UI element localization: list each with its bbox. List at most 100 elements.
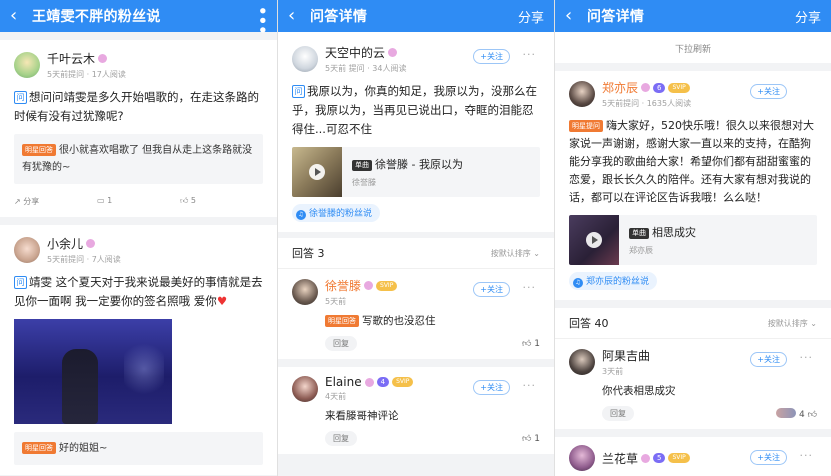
more-icon[interactable]: ··· bbox=[800, 351, 814, 364]
star-answer-tag: 明星回答 bbox=[325, 315, 359, 327]
reply-item: Elaine 4 SVIP 4天前 +关注 ··· 来看滕哥神评论 回复 👍︎ 1 bbox=[278, 359, 554, 454]
question-text: 问我原以为，你真的知足，我原以为，没那么在乎，我原以为，当再见已说出口，夺眶的泪… bbox=[292, 84, 537, 136]
answers-header: 回答 3 按默认排序 ⌄ bbox=[278, 238, 554, 268]
share-icon: ↗ bbox=[14, 197, 21, 206]
top-bar: ‹ 问答详情 分享 bbox=[555, 0, 831, 32]
page-title: 问答详情 bbox=[587, 9, 645, 25]
username[interactable]: 兰花草 5 SVIP bbox=[602, 450, 690, 467]
post-card[interactable]: 千叶云木 5天前提问 · 17人阅读 问想问问靖雯是多久开始唱歌的，在走这条路的… bbox=[0, 40, 277, 217]
qa-detail-screen-star: ‹ 问答详情 分享 下拉刷新 郑亦辰 6 SVIP 5天前提问 · 1635人阅读 … bbox=[554, 0, 831, 476]
avatar[interactable] bbox=[569, 445, 595, 471]
reply-author: 阿果吉曲 3天前 +关注 ··· bbox=[569, 347, 817, 377]
qa-detail-screen: ‹ 问答详情 分享 天空中的云 5天前 提问 · 34人阅读 +关注 ··· 问… bbox=[277, 0, 554, 476]
reply-meta: 3天前 bbox=[602, 367, 624, 376]
reply-button[interactable]: 回复 bbox=[325, 431, 357, 446]
question-author: 郑亦辰 6 SVIP 5天前提问 · 1635人阅读 +关注 bbox=[569, 79, 817, 109]
verified-badge-icon bbox=[641, 83, 651, 92]
back-arrow-icon[interactable]: ‹ bbox=[288, 7, 302, 25]
fan-group-icon: ♫ bbox=[296, 210, 306, 220]
star-answer-box[interactable]: 明星回答 好的姐姐~ bbox=[14, 432, 263, 465]
username[interactable]: Elaine 4 SVIP bbox=[325, 375, 414, 389]
avatar[interactable] bbox=[292, 46, 318, 72]
svip-badge: SVIP bbox=[376, 280, 398, 291]
top-bar: ‹ 王靖雯不胖的粉丝说 ••• bbox=[0, 0, 277, 35]
answer-text: 好的姐姐~ bbox=[59, 443, 108, 454]
question-icon: 问 bbox=[14, 276, 27, 289]
verified-badge-icon bbox=[364, 281, 374, 290]
comment-icon: ▭ bbox=[97, 196, 105, 205]
page-title: 王靖雯不胖的粉丝说 bbox=[32, 9, 161, 25]
like-button[interactable]: 👍︎ 1 bbox=[522, 434, 540, 444]
play-icon[interactable] bbox=[586, 232, 602, 248]
level-badge: 6 bbox=[653, 82, 666, 93]
question-text: 问靖雯 这个夏天对于我来说最美好的事情就是去见你一面啊 我一定要你的签名照哦 爱… bbox=[14, 275, 263, 308]
avatar[interactable] bbox=[14, 52, 40, 78]
follow-button[interactable]: +关注 bbox=[473, 282, 510, 297]
more-icon[interactable]: ··· bbox=[523, 48, 537, 61]
username[interactable]: 郑亦辰 6 SVIP bbox=[602, 79, 691, 96]
chevron-down-icon: ⌄ bbox=[533, 248, 540, 258]
sort-dropdown[interactable]: 按默认排序 ⌄ bbox=[768, 318, 817, 329]
fan-group-link[interactable]: ♫ 徐誉滕的粉丝说 bbox=[292, 204, 381, 222]
verified-badge-icon bbox=[98, 54, 108, 63]
question-meta: 5天前 提问 · 34人阅读 bbox=[325, 64, 407, 73]
reply-button[interactable]: 回复 bbox=[602, 406, 634, 421]
share-button[interactable]: ↗ 分享 bbox=[14, 196, 97, 207]
reply-meta: 5天前 bbox=[325, 297, 347, 306]
top-bar: ‹ 问答详情 分享 bbox=[278, 0, 554, 32]
fan-feed-screen: ‹ 王靖雯不胖的粉丝说 ••• 千叶云木 5天前提问 · 17人阅读 问想问问靖… bbox=[0, 0, 277, 476]
svip-badge: SVIP bbox=[392, 377, 414, 387]
follow-button[interactable]: +关注 bbox=[750, 84, 787, 99]
username[interactable]: 千叶云木 bbox=[47, 50, 126, 67]
album-cover bbox=[292, 147, 342, 197]
follow-button[interactable]: +关注 bbox=[750, 352, 787, 367]
follow-button[interactable]: +关注 bbox=[750, 450, 787, 465]
question-card: 郑亦辰 6 SVIP 5天前提问 · 1635人阅读 +关注 明星提问 嗨大家好，52… bbox=[555, 71, 831, 300]
avatar[interactable] bbox=[569, 81, 595, 107]
fan-group-icon: ♫ bbox=[573, 278, 583, 288]
song-card[interactable]: 单曲 徐誉滕 - 我原以为 徐誉滕 bbox=[292, 147, 540, 197]
svip-badge: SVIP bbox=[668, 82, 690, 93]
more-icon[interactable]: ··· bbox=[523, 379, 537, 392]
pull-to-refresh-hint: 下拉刷新 bbox=[555, 32, 831, 63]
like-button[interactable]: 4 👍︎ bbox=[776, 407, 817, 420]
post-card[interactable]: 小余儿 5天前提问 · 7人阅读 问靖雯 这个夏天对于我来说最美好的事情就是去见… bbox=[0, 225, 277, 475]
avatar[interactable] bbox=[14, 237, 40, 263]
follow-button[interactable]: +关注 bbox=[473, 380, 510, 395]
star-question-tag: 明星提问 bbox=[569, 120, 603, 132]
concert-photo[interactable] bbox=[14, 319, 172, 424]
reply-button[interactable]: 回复 bbox=[325, 336, 357, 351]
follow-button[interactable]: +关注 bbox=[473, 49, 510, 64]
avatar[interactable] bbox=[292, 375, 318, 402]
back-arrow-icon[interactable]: ‹ bbox=[565, 7, 579, 25]
song-card[interactable]: 单曲 相思成灾 郑亦辰 bbox=[569, 215, 817, 265]
share-button[interactable]: 分享 bbox=[795, 7, 821, 26]
username[interactable]: 徐誉滕 SVIP bbox=[325, 277, 398, 294]
more-options-icon[interactable]: ••• bbox=[253, 6, 271, 35]
reply-text: 你代表相思成灾 bbox=[602, 385, 676, 397]
like-button[interactable]: 👍︎ 1 bbox=[522, 339, 540, 349]
post-actions: ↗ 分享 ▭ 1 👍︎ 5 bbox=[14, 196, 263, 207]
username[interactable]: 阿果吉曲 bbox=[602, 347, 650, 364]
sort-dropdown[interactable]: 按默认排序 ⌄ bbox=[491, 248, 540, 259]
more-icon[interactable]: ··· bbox=[800, 449, 814, 462]
verified-badge-icon bbox=[364, 377, 374, 387]
play-icon[interactable] bbox=[309, 164, 325, 180]
answers-header: 回答 40 按默认排序 ⌄ bbox=[555, 308, 831, 338]
comment-button[interactable]: ▭ 1 bbox=[97, 196, 180, 207]
album-cover bbox=[569, 215, 619, 265]
username[interactable]: 天空中的云 bbox=[325, 44, 406, 61]
fan-group-link[interactable]: ♫ 郑亦辰的粉丝说 bbox=[569, 272, 658, 290]
post-meta: 5天前提问 · 17人阅读 bbox=[47, 70, 126, 79]
back-arrow-icon[interactable]: ‹ bbox=[10, 7, 24, 25]
avatar[interactable] bbox=[292, 279, 318, 305]
share-button[interactable]: 分享 bbox=[518, 7, 544, 26]
avatar[interactable] bbox=[569, 349, 595, 375]
like-button[interactable]: 👍︎ 5 bbox=[180, 196, 263, 207]
star-answer-box[interactable]: 明星回答 很小就喜欢唱歌了 但我自从走上这条路就没有犹豫的~ bbox=[14, 134, 263, 184]
answer-text: 很小就喜欢唱歌了 但我自从走上这条路就没有犹豫的~ bbox=[22, 145, 253, 173]
username[interactable]: 小余儿 bbox=[47, 235, 121, 252]
star-answer-tag: 明星回答 bbox=[22, 144, 56, 156]
level-badge: 4 bbox=[376, 377, 390, 387]
more-icon[interactable]: ··· bbox=[523, 281, 537, 294]
